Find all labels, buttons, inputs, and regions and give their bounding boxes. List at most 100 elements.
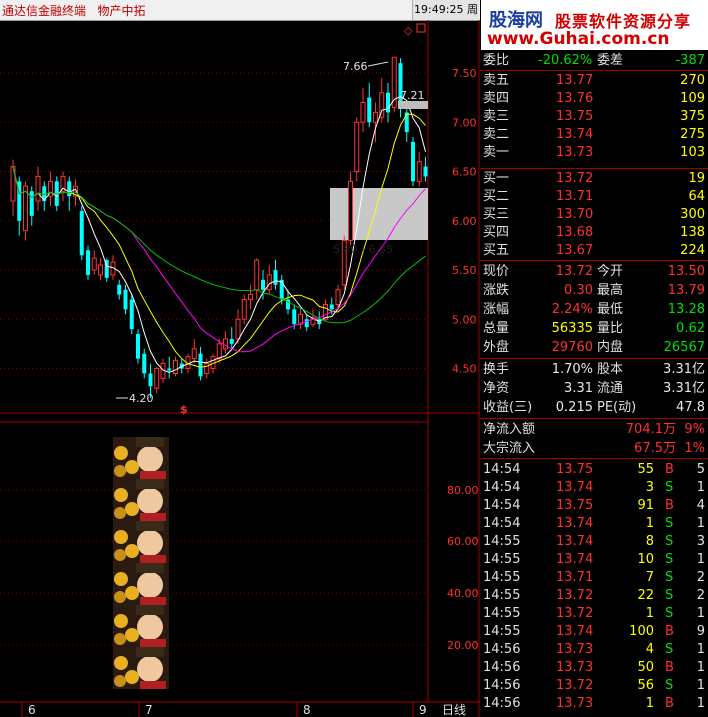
candle-body-up xyxy=(216,343,222,360)
tick-time: 14:55 xyxy=(483,552,521,567)
buy-level-row[interactable]: 买五 13.67 224 xyxy=(480,242,708,260)
wei-cha-label: 委差 xyxy=(597,53,624,68)
tick-count: 1 xyxy=(696,606,705,621)
candle-body-down xyxy=(329,304,334,310)
kline-chart[interactable]: 7.50 7.00 6.50 6.00 5.50 5.00 4.50 80.00 60.00 40… xyxy=(0,0,480,717)
candle-body-down xyxy=(198,353,203,377)
tick-row[interactable]: 14:55 13.74 10 S 1 xyxy=(480,551,708,569)
candle-body-down xyxy=(67,181,72,197)
indicator-tick-label: 20.00 xyxy=(447,639,479,652)
candle-body-down xyxy=(279,279,284,300)
date-tick-label: 7 xyxy=(145,703,153,717)
tick-volume: 56 xyxy=(637,678,654,693)
sell-level-row[interactable]: 卖二 13.74 275 xyxy=(480,126,708,144)
tick-time: 14:55 xyxy=(483,588,521,603)
stat-value: 13.79 xyxy=(667,283,705,298)
stat-row: 涨幅 2.24% 最低 13.28 xyxy=(480,301,708,319)
tick-volume: 1 xyxy=(645,516,654,531)
wei-bi-label: 委比 xyxy=(483,53,510,68)
tick-direction: S xyxy=(665,588,674,603)
fund-label: PE(动) xyxy=(597,400,637,415)
candle-body-down xyxy=(292,309,297,325)
level-volume: 109 xyxy=(680,91,705,106)
tick-volume: 3 xyxy=(645,480,654,495)
tick-volume: 50 xyxy=(637,660,654,675)
tick-direction: S xyxy=(665,642,674,657)
tick-count: 3 xyxy=(696,534,705,549)
mascot-image xyxy=(113,605,169,647)
tick-volume: 7 xyxy=(645,570,654,585)
fund-label: 换手 xyxy=(483,362,510,377)
money-flow-row: 净流入额 704.1万 9% xyxy=(480,421,708,439)
axis-labels: 7.50 7.00 6.50 6.00 5.50 5.00 4.50 80.00 60.00 40… xyxy=(28,67,479,717)
price-tick-label: 6.00 xyxy=(452,215,477,228)
tick-row[interactable]: 14:54 13.75 55 B 5 xyxy=(480,461,708,479)
flow-percent: 1% xyxy=(684,441,705,456)
price-tick-label: 5.50 xyxy=(452,264,477,277)
tick-volume: 22 xyxy=(637,588,654,603)
tick-row[interactable]: 14:56 13.73 50 B 1 xyxy=(480,659,708,677)
mascot-image xyxy=(113,479,169,521)
buy-level-row[interactable]: 买三 13.70 300 xyxy=(480,206,708,224)
tick-time: 14:54 xyxy=(483,516,521,531)
fund-label: 股本 xyxy=(597,362,624,377)
tick-row[interactable]: 14:56 13.72 56 S 1 xyxy=(480,677,708,695)
tick-price: 13.74 xyxy=(556,624,594,639)
indicator-tick-label: 60.00 xyxy=(447,535,479,548)
sell-level-row[interactable]: 卖四 13.76 109 xyxy=(480,90,708,108)
wei-bi-value: -20.62% xyxy=(538,53,593,68)
fund-label: 流通 xyxy=(597,381,624,396)
tick-row[interactable]: 14:56 13.73 4 S 1 xyxy=(480,641,708,659)
candle-body-up xyxy=(266,274,272,291)
flow-label: 净流入额 xyxy=(483,422,536,437)
tick-price: 13.74 xyxy=(556,552,594,567)
fund-value: 3.31 xyxy=(564,381,593,396)
buy-level-row[interactable]: 买二 13.71 64 xyxy=(480,188,708,206)
level-volume: 300 xyxy=(680,207,705,222)
annotation-range: 5.80 - 6.35 xyxy=(333,243,393,256)
sell-level-row[interactable]: 卖五 13.77 270 xyxy=(480,72,708,90)
candle-body-up xyxy=(98,264,103,276)
level-label: 卖五 xyxy=(483,73,510,88)
tick-direction: S xyxy=(665,534,674,549)
tick-time: 14:55 xyxy=(483,534,521,549)
tick-row[interactable]: 14:55 13.72 22 S 2 xyxy=(480,587,708,605)
last-high-bar xyxy=(398,101,428,109)
fundamental-row: 换手 1.70% 股本 3.31亿 xyxy=(480,361,708,379)
stat-label: 量比 xyxy=(597,321,624,336)
buy-level-row[interactable]: 买四 13.68 138 xyxy=(480,224,708,242)
tick-row[interactable]: 14:54 13.74 1 S 1 xyxy=(480,515,708,533)
candle-body-up xyxy=(416,161,422,182)
tick-volume: 8 xyxy=(645,534,654,549)
stat-value: 2.24% xyxy=(551,302,593,317)
tick-row[interactable]: 14:55 13.71 7 S 2 xyxy=(480,569,708,587)
candle-body-down xyxy=(117,284,122,295)
tick-count: 5 xyxy=(696,462,705,477)
tick-row[interactable]: 14:55 13.74 8 S 3 xyxy=(480,533,708,551)
tick-count: 1 xyxy=(696,480,705,495)
tick-price: 13.74 xyxy=(556,480,594,495)
tick-price: 13.71 xyxy=(556,570,594,585)
candle-body-down xyxy=(261,279,265,290)
candle-body-down xyxy=(86,250,90,275)
stat-row: 总量 56335 量比 0.62 xyxy=(480,320,708,338)
tick-count: 1 xyxy=(696,660,705,675)
candle-body-up xyxy=(191,348,197,360)
tick-row[interactable]: 14:55 13.74 100 B 9 xyxy=(480,623,708,641)
sell-level-row[interactable]: 卖一 13.73 103 xyxy=(480,144,708,162)
tick-price: 13.73 xyxy=(556,660,594,675)
sell-level-row[interactable]: 卖三 13.75 375 xyxy=(480,108,708,126)
candle-body-down xyxy=(167,368,172,371)
tick-row[interactable]: 14:54 13.75 91 B 4 xyxy=(480,497,708,515)
flow-value: 67.5万 xyxy=(634,441,676,456)
fund-label: 净资 xyxy=(483,381,510,396)
tick-volume: 1 xyxy=(645,606,654,621)
tick-row[interactable]: 14:55 13.72 1 S 1 xyxy=(480,605,708,623)
tick-row[interactable]: 14:54 13.74 3 S 1 xyxy=(480,479,708,497)
stat-value: 0.62 xyxy=(676,321,705,336)
buy-level-row[interactable]: 买一 13.72 19 xyxy=(480,170,708,188)
candle-body-down xyxy=(423,166,428,177)
tick-time: 14:55 xyxy=(483,624,521,639)
tick-row[interactable]: 14:56 13.73 1 B 1 xyxy=(480,695,708,713)
stat-row: 涨跌 0.30 最高 13.79 xyxy=(480,282,708,300)
